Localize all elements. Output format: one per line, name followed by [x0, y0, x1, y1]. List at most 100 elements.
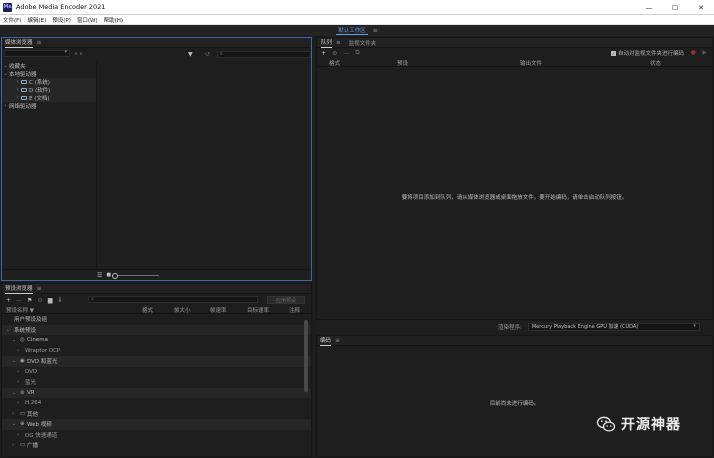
preset-row-cinema[interactable]: ⌄ ◎ Cinema [2, 335, 311, 346]
expand-icon[interactable]: › [17, 400, 25, 406]
preset-row-dvd[interactable]: › DVD [2, 367, 311, 378]
expand-icon[interactable]: › [14, 87, 21, 93]
media-browser-header: 媒体浏览器 ≡ [2, 38, 311, 48]
encoding-panel: 编码 ≡ 目前尚未进行编码。 [316, 335, 713, 457]
column-output-file[interactable]: 输出文件 [520, 59, 542, 67]
preset-row-system[interactable]: ⌄ 系统预设 [2, 324, 311, 335]
collapse-icon[interactable]: ⌄ [12, 337, 20, 343]
collapse-icon[interactable]: ⌄ [12, 421, 20, 427]
preset-toolbar: + — ⚑ ⚙ ▆ ⇩ ⌕ 应用预设 [2, 294, 311, 306]
column-format[interactable]: 格式 [329, 59, 340, 67]
tree-item-network-drives[interactable]: › 网络驱动器 [2, 102, 96, 110]
preset-row-vr[interactable]: ⌄ ⊚ VR [2, 387, 311, 398]
preset-row-dvd-bluray[interactable]: ⌄ ◉ DVD 和蓝光 [2, 356, 311, 367]
zoom-slider[interactable] [112, 272, 160, 279]
list-view-icon[interactable]: ☰ [97, 272, 102, 279]
tree-item-local-drives[interactable]: ⌄ 本地驱动器 [2, 70, 96, 78]
expand-icon[interactable]: › [17, 369, 25, 375]
media-browser-title[interactable]: 媒体浏览器 [5, 38, 33, 48]
column-preset-name[interactable]: 预设名称 ▼ [6, 306, 34, 314]
close-icon[interactable]: ✕ [688, 0, 714, 15]
expand-icon[interactable]: › [17, 348, 25, 354]
expand-icon[interactable]: › [17, 379, 25, 385]
drive-tree: ⌄ 收藏夹 ⌄ 本地驱动器 › C (系统) › D (软件) › E (文档)… [2, 62, 97, 268]
column-format[interactable]: 格式 [142, 306, 153, 314]
tab-queue[interactable]: 队列 [321, 38, 333, 48]
media-search-input[interactable]: ⌕ [217, 51, 311, 58]
menu-window[interactable]: 窗口(W) [74, 16, 101, 24]
preset-group-icon[interactable]: ⚑ [27, 297, 32, 304]
auto-encode-option[interactable]: ✓ 自动对监视文件夹进行编码 [610, 49, 684, 57]
settings-icon[interactable]: ⚙ [332, 50, 337, 57]
workspace-tab-default[interactable]: 默认工作区 [336, 26, 368, 35]
collapse-icon[interactable]: ⌄ [12, 390, 20, 396]
menu-help[interactable]: 帮助(H) [101, 16, 126, 24]
preset-row-broadcast[interactable]: › ▭ 广播 [2, 440, 311, 451]
expand-icon[interactable]: › [2, 103, 9, 109]
maximize-icon[interactable]: ☐ [662, 0, 688, 15]
expand-icon[interactable]: › [17, 432, 25, 438]
column-status[interactable]: 状态 [650, 59, 661, 67]
preset-row-web-video[interactable]: ⌄ ⊕ Web 视频 [2, 419, 311, 430]
menu-preset[interactable]: 预设(P) [49, 16, 74, 24]
panel-menu-icon[interactable]: ≡ [37, 285, 42, 292]
nav-back-forward-icon[interactable]: ◂▸ [74, 50, 86, 57]
tree-item-drive-c[interactable]: › C (系统) [2, 78, 96, 86]
column-notes[interactable]: 注释 [289, 306, 300, 314]
tree-item-favorites[interactable]: ⌄ 收藏夹 [2, 62, 96, 70]
preset-search-input[interactable]: ⌕ [88, 296, 258, 303]
location-dropdown[interactable] [4, 49, 70, 57]
folder-icon[interactable]: ▆ [48, 297, 53, 304]
watermark-text: 开源神器 [621, 417, 681, 433]
wechat-logo-icon [596, 416, 616, 432]
collapse-icon[interactable]: ⌄ [12, 358, 20, 364]
preset-row-other[interactable]: › ▭ 其他 [2, 409, 311, 420]
renderer-bar: 渲染程序: Mercury Playback Engine GPU 加速 (CU… [316, 321, 713, 333]
preset-row-dg-fast[interactable]: › DG 快速通道 [2, 430, 311, 441]
start-queue-icon[interactable]: ▶ [702, 49, 707, 56]
refresh-icon[interactable]: ↺ [205, 51, 210, 58]
tree-item-drive-d[interactable]: › D (软件) [2, 86, 96, 94]
remove-icon[interactable]: — [343, 50, 349, 57]
renderer-dropdown[interactable]: Mercury Playback Engine GPU 加速 (CUDA) [527, 323, 700, 331]
expand-icon[interactable]: › [12, 411, 20, 417]
tree-item-drive-e[interactable]: › E (文档) [2, 94, 96, 102]
apply-preset-button[interactable]: 应用预设 [267, 296, 305, 304]
remove-preset-icon[interactable]: — [16, 297, 22, 304]
preset-column-headers: 预设名称 ▼ 格式 帧大小 帧速率 目标速率 注释 [2, 306, 311, 314]
expand-icon[interactable]: › [14, 95, 21, 101]
preset-row-user[interactable]: 用户预设及组 [2, 314, 311, 325]
column-preset[interactable]: 预设 [397, 59, 408, 67]
column-target-rate[interactable]: 目标速率 [247, 306, 269, 314]
column-frame-size[interactable]: 帧大小 [174, 306, 191, 314]
encoding-title[interactable]: 编码 [320, 336, 332, 346]
duplicate-icon[interactable]: ⧉ [355, 49, 359, 57]
add-source-icon[interactable]: + [321, 50, 326, 57]
tab-watch-folders[interactable]: 监视文件夹 [349, 39, 377, 47]
preset-scrollbar[interactable] [304, 320, 308, 392]
expand-icon[interactable]: › [14, 79, 21, 85]
thumbnail-view-icon[interactable]: ■ [106, 272, 111, 278]
collapse-icon[interactable]: ⌄ [6, 327, 14, 333]
import-icon[interactable]: ⇩ [57, 297, 62, 304]
menu-file[interactable]: 文件(F) [0, 16, 24, 24]
collapse-icon[interactable]: ⌄ [2, 63, 9, 69]
filter-icon[interactable]: ▼ [188, 51, 193, 58]
settings-icon[interactable]: ⚙ [37, 297, 42, 304]
panel-menu-icon[interactable]: ≡ [37, 39, 42, 46]
preset-row-bluray[interactable]: › 蓝光 [2, 377, 311, 388]
preset-row-wraptor[interactable]: › Wraptor DCP [2, 346, 311, 357]
panel-menu-icon[interactable]: ≡ [335, 337, 340, 344]
menu-edit[interactable]: 编辑(E) [24, 16, 49, 24]
panel-menu-icon[interactable]: ≡ [336, 40, 341, 46]
add-preset-icon[interactable]: + [6, 297, 11, 304]
minimize-icon[interactable]: — [636, 0, 662, 15]
stop-queue-icon[interactable]: ● [691, 49, 696, 56]
column-frame-rate[interactable]: 帧速率 [210, 306, 227, 314]
workspace-menu-icon[interactable]: ≡ [373, 27, 378, 34]
auto-encode-checkbox[interactable]: ✓ [610, 50, 616, 56]
expand-icon[interactable]: › [12, 442, 20, 448]
collapse-icon[interactable]: ⌄ [2, 71, 9, 77]
preset-row-h264[interactable]: › H.264 [2, 398, 311, 409]
preset-browser-title[interactable]: 预设浏览器 [5, 284, 33, 294]
